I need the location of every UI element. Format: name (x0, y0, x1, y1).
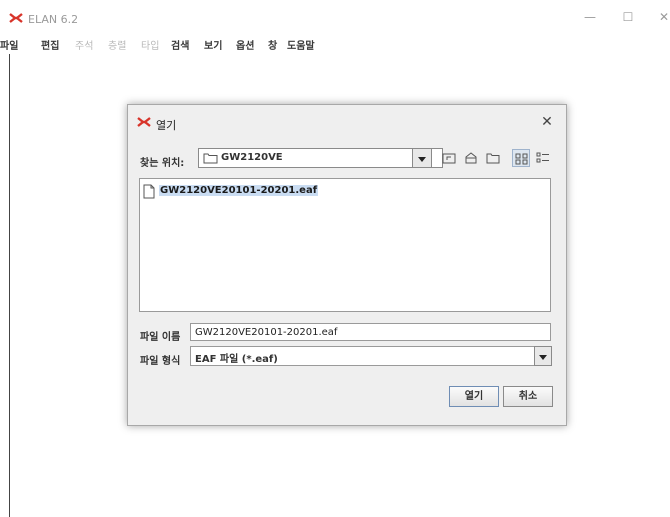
menu-bar: 파일 편집 주석 층렬 타입 검색 보기 옵션 창 도움말 (0, 32, 670, 52)
elan-logo-icon (9, 13, 23, 23)
open-button[interactable]: 열기 (449, 386, 499, 407)
menu-search[interactable]: 검색 (171, 37, 189, 52)
folder-icon (203, 153, 218, 164)
list-view-icon (515, 153, 528, 165)
file-type-dropdown[interactable]: EAF 파일 (*.eaf) (190, 346, 535, 366)
menu-annotation[interactable]: 주석 (75, 37, 93, 52)
details-view-icon (536, 152, 549, 163)
maximize-button[interactable]: ☐ (621, 10, 635, 24)
home-button[interactable] (462, 149, 480, 167)
file-name-field[interactable] (190, 323, 551, 341)
menu-file[interactable]: 파일 (0, 37, 18, 52)
chevron-down-icon[interactable] (412, 148, 432, 168)
elan-logo-icon (137, 117, 151, 127)
close-window-button[interactable]: ✕ (657, 10, 670, 24)
file-type-value: EAF 파일 (*.eaf) (195, 354, 278, 365)
list-view-button[interactable] (512, 149, 530, 167)
menu-window[interactable]: 창 (268, 37, 277, 52)
menu-options[interactable]: 옵션 (236, 37, 254, 52)
up-folder-button[interactable] (440, 149, 458, 167)
menu-type[interactable]: 타입 (141, 37, 159, 52)
menu-help[interactable]: 도움말 (287, 37, 315, 52)
document-icon (143, 184, 155, 199)
up-folder-icon (442, 153, 456, 164)
look-in-label: 찾는 위치: (140, 158, 185, 169)
look-in-value: GW2120VE (221, 152, 283, 163)
home-icon (465, 152, 477, 164)
look-in-dropdown[interactable]: GW2120VE (198, 148, 443, 168)
title-bar: ELAN 6.2 — ☐ ✕ (0, 0, 670, 30)
file-list[interactable]: GW2120VE20101-20201.eaf (139, 178, 551, 312)
chevron-down-icon[interactable] (534, 346, 552, 366)
dialog-close-button[interactable]: ✕ (539, 114, 555, 130)
new-folder-button[interactable] (484, 149, 502, 167)
minimize-button[interactable]: — (583, 10, 597, 24)
cancel-button[interactable]: 취소 (503, 386, 553, 407)
open-dialog: 열기 ✕ 찾는 위치: GW2120VE GW2120VE20101-20201… (127, 104, 567, 426)
details-view-button[interactable] (534, 149, 552, 167)
menu-tier[interactable]: 층렬 (108, 37, 126, 52)
file-name: GW2120VE20101-20201.eaf (159, 185, 319, 196)
file-name-label: 파일 이름 (140, 332, 181, 343)
menu-edit[interactable]: 편집 (41, 37, 59, 52)
menu-view[interactable]: 보기 (204, 37, 222, 52)
app-title: ELAN 6.2 (28, 13, 79, 26)
dialog-title: 열기 (156, 119, 177, 132)
new-folder-icon (486, 153, 500, 164)
file-type-label: 파일 형식 (140, 356, 181, 367)
